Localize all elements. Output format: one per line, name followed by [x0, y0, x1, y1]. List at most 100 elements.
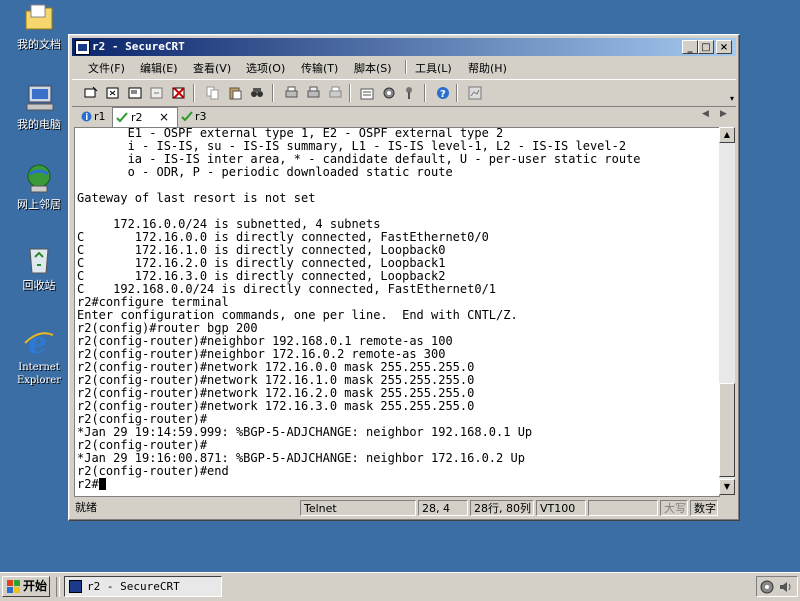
start-button[interactable]: 开始 [2, 576, 50, 597]
scroll-thumb[interactable] [719, 383, 735, 477]
menu-edit[interactable]: 编辑(E) [140, 60, 178, 76]
terminal-line: r2(config-router)#end [77, 464, 229, 478]
paste-icon[interactable] [226, 84, 244, 102]
keymap-icon[interactable] [400, 84, 418, 102]
desktop-icon-internet-explorer[interactable]: e Internet Explorer [8, 325, 70, 387]
my-computer-icon [23, 82, 55, 114]
internet-explorer-icon: e [23, 325, 55, 361]
terminal-prompt: r2# [77, 477, 99, 491]
securecrt-task-icon [69, 580, 82, 593]
tab-label: r1 [94, 110, 106, 123]
menu-options[interactable]: 选项(O) [246, 60, 285, 76]
menu-script[interactable]: 脚本(S) [354, 60, 392, 76]
desktop-icon-label: 我的文档 [17, 38, 61, 51]
desktop-icon-recycle-bin[interactable]: 回收站 [8, 243, 70, 292]
tray-network-icon[interactable] [760, 580, 774, 594]
connect-icon[interactable] [82, 84, 100, 102]
menu-file[interactable]: 文件(F) [88, 60, 125, 76]
menu-separator [405, 60, 407, 74]
terminal-line: o - ODR, P - periodic downloaded static … [77, 165, 453, 179]
window-titlebar[interactable]: r2 - SecureCRT _ □ × [72, 38, 736, 56]
status-cursor-position: 28, 4 [418, 500, 468, 516]
minimize-button[interactable]: _ [682, 40, 698, 54]
quick-connect-icon[interactable] [104, 84, 122, 102]
print-selection-icon[interactable] [304, 84, 322, 102]
status-ready: 就绪 [75, 501, 97, 514]
terminal-cursor [98, 478, 106, 490]
tab-scroll-right-icon[interactable]: ▶ [720, 109, 727, 119]
toolbar-separator [272, 84, 274, 102]
terminal-line: Gateway of last resort is not set [77, 191, 316, 205]
svg-text:e: e [28, 326, 47, 357]
status-num-lock: 数字 [690, 500, 718, 516]
terminal-prompt-line: r2# [77, 478, 641, 491]
start-label: 开始 [23, 579, 48, 593]
desktop-icon-label: 回收站 [22, 279, 56, 292]
menu-transfer[interactable]: 传输(T) [301, 60, 338, 76]
desktop-icon-network-places[interactable]: 网上邻居 [8, 162, 70, 211]
system-tray [756, 576, 798, 597]
toolbar: ? ▾ [72, 79, 736, 107]
close-button[interactable]: × [716, 40, 732, 54]
securecrt-app-icon[interactable] [75, 40, 90, 55]
status-terminal-size: 28行, 80列 [470, 500, 534, 516]
status-bar: 就绪 Telnet 28, 4 28行, 80列 VT100 大写 数字 [72, 499, 736, 517]
print-setup-icon[interactable] [326, 84, 344, 102]
scroll-up-button[interactable]: ▲ [719, 127, 735, 143]
securecrt-window: r2 - SecureCRT _ □ × 文件(F) 编辑(E) 查看(V) 选… [68, 34, 740, 521]
print-icon[interactable] [282, 84, 300, 102]
taskbar: 开始 r2 - SecureCRT [0, 572, 800, 601]
copy-icon[interactable] [204, 84, 222, 102]
toolbar-separator [193, 84, 195, 102]
info-icon [81, 111, 92, 122]
recycle-bin-icon [23, 243, 55, 275]
taskbar-separator [56, 577, 60, 597]
menu-tools[interactable]: 工具(L) [415, 60, 452, 76]
toolbar-separator [424, 84, 426, 102]
desktop-icon-my-documents[interactable]: 我的文档 [8, 2, 70, 51]
status-protocol: Telnet [300, 500, 416, 516]
desktop-icon-label: Internet Explorer [16, 362, 62, 386]
window-title: r2 - SecureCRT [92, 40, 185, 53]
tab-close-icon[interactable]: × [159, 110, 169, 124]
vertical-scrollbar[interactable]: ▲ ▼ [719, 127, 735, 495]
svg-text:?: ? [440, 89, 446, 100]
tab-r3[interactable]: r3 [180, 108, 214, 126]
taskbar-button-securecrt[interactable]: r2 - SecureCRT [64, 576, 222, 597]
desktop-icon-label: 网上邻居 [17, 198, 61, 211]
menu-view[interactable]: 查看(V) [193, 60, 231, 76]
terminal-view[interactable]: E1 - OSPF external type 1, E2 - OSPF ext… [74, 127, 720, 497]
network-places-icon [23, 162, 55, 194]
tab-label: r2 [131, 111, 143, 124]
tray-volume-icon[interactable] [778, 580, 792, 594]
tab-r1[interactable]: r1 [80, 108, 110, 126]
taskbar-button-label: r2 - SecureCRT [87, 580, 180, 593]
tab-r2[interactable]: r2 × [112, 107, 178, 127]
toolbar-separator [456, 84, 458, 102]
toolbar-separator [349, 84, 351, 102]
session-tab-bar: r1 r2 × r3 ◀ ▶ [72, 107, 736, 127]
session-options-icon[interactable] [358, 84, 376, 102]
checkmark-icon [116, 112, 128, 123]
windows-logo-icon [7, 580, 20, 593]
menu-help[interactable]: 帮助(H) [468, 60, 507, 76]
status-emulation: VT100 [536, 500, 586, 516]
checkmark-icon [181, 111, 193, 122]
status-caps-lock: 大写 [660, 500, 688, 516]
maximize-button[interactable]: □ [698, 40, 714, 54]
terminal-output: E1 - OSPF external type 1, E2 - OSPF ext… [77, 128, 641, 491]
connect-tab-icon[interactable] [126, 84, 144, 102]
disconnect-icon[interactable] [170, 84, 188, 102]
status-empty-field [588, 500, 658, 516]
tab-scroll-left-icon[interactable]: ◀ [702, 109, 709, 119]
find-icon[interactable] [248, 84, 266, 102]
global-options-icon[interactable] [380, 84, 398, 102]
log-icon[interactable] [466, 84, 484, 102]
toolbar-overflow-icon[interactable]: ▾ [730, 94, 734, 103]
desktop-icon-my-computer[interactable]: 我的电脑 [8, 82, 70, 131]
reconnect-icon[interactable] [148, 84, 166, 102]
scroll-down-button[interactable]: ▼ [719, 479, 735, 495]
desktop-icon-label: 我的电脑 [17, 118, 61, 131]
help-icon[interactable]: ? [434, 84, 452, 102]
tab-label: r3 [195, 110, 207, 123]
